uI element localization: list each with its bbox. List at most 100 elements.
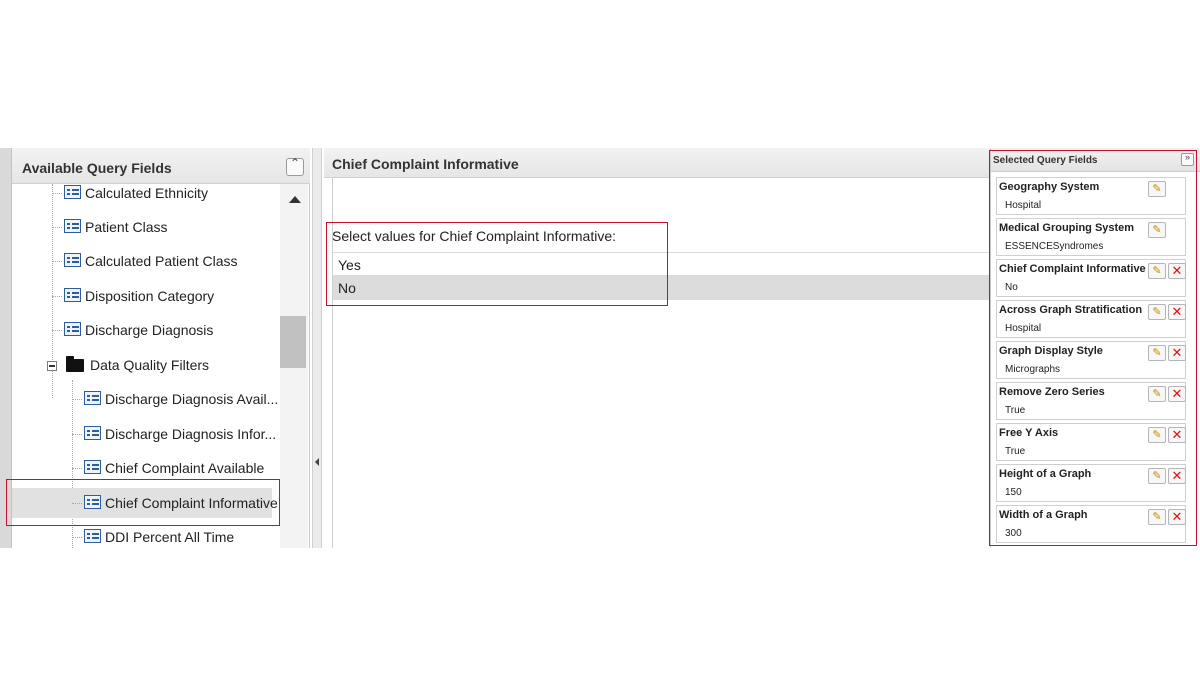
pencil-icon: ✎ — [1152, 265, 1162, 277]
card-value: 150 — [1005, 487, 1022, 498]
card-title: Free Y Axis — [999, 427, 1059, 439]
values-prompt: Select values for Chief Complaint Inform… — [332, 228, 617, 244]
tree-guide-line — [52, 261, 62, 262]
pencil-icon: ✎ — [1152, 183, 1162, 195]
expand-panel-button[interactable]: » — [1181, 152, 1194, 166]
tree-guide-line — [72, 503, 82, 504]
remove-button[interactable]: ✕ — [1168, 386, 1186, 402]
field-icon — [64, 253, 81, 267]
available-fields-header: Available Query Fields ⌃ — [12, 148, 310, 184]
scroll-thumb[interactable] — [280, 316, 306, 368]
collapse-panel-button[interactable]: ⌃ — [286, 156, 304, 176]
tree-item-discharge-diagnosis[interactable]: Discharge Diagnosis — [12, 315, 272, 345]
remove-button[interactable]: ✕ — [1168, 509, 1186, 525]
edit-button[interactable]: ✎ — [1148, 468, 1166, 484]
card-title: Remove Zero Series — [999, 386, 1105, 398]
field-values-title: Chief Complaint Informative — [332, 156, 519, 172]
selected-field-card: Geography System Hospital ✎ — [996, 177, 1186, 215]
edit-button[interactable]: ✎ — [1148, 345, 1166, 361]
selected-field-card: Width of a Graph 300 ✎ ✕ — [996, 505, 1186, 543]
close-icon: ✕ — [1171, 427, 1183, 442]
selected-query-fields-panel: Selected Query Fields » Geography System… — [990, 148, 1200, 548]
selected-field-card: Remove Zero Series True ✎ ✕ — [996, 382, 1186, 420]
tree-scrollbar[interactable] — [280, 184, 308, 548]
tree-guide-line — [52, 296, 62, 297]
field-icon — [84, 460, 101, 474]
pencil-icon: ✎ — [1152, 306, 1162, 318]
collapse-left-arrow-icon[interactable] — [315, 458, 319, 466]
remove-button[interactable]: ✕ — [1168, 427, 1186, 443]
card-value: ESSENCESyndromes — [1005, 241, 1104, 252]
card-title: Medical Grouping System — [999, 222, 1135, 234]
tree-item-calculated-ethnicity[interactable]: Calculated Ethnicity — [12, 184, 272, 208]
pencil-icon: ✎ — [1152, 511, 1162, 523]
tree-item-label: Chief Complaint Informative — [105, 495, 278, 511]
field-icon — [84, 529, 101, 543]
card-value: True — [1005, 446, 1026, 457]
tree-item-discharge-diagnosis-informative[interactable]: Discharge Diagnosis Infor... — [12, 419, 276, 449]
edit-button[interactable]: ✎ — [1148, 304, 1166, 320]
card-title: Chief Complaint Informative — [999, 263, 1146, 275]
card-title: Graph Display Style — [999, 345, 1103, 357]
value-option-label: No — [338, 280, 356, 296]
query-builder: Available Query Fields ⌃ Calculated Ethn… — [0, 148, 1200, 548]
tree-item-disposition-category[interactable]: Disposition Category — [12, 281, 272, 311]
close-icon: ✕ — [1171, 345, 1183, 360]
selected-fields-title: Selected Query Fields — [993, 155, 1098, 166]
panel-splitter[interactable] — [312, 148, 322, 548]
tree-item-chief-complaint-informative[interactable]: Chief Complaint Informative — [12, 488, 278, 518]
field-tree: Calculated Ethnicity Patient Class Calcu… — [12, 184, 280, 548]
tree-item-chief-complaint-available[interactable]: Chief Complaint Available — [12, 453, 272, 483]
card-title: Width of a Graph — [999, 509, 1088, 521]
edit-button[interactable]: ✎ — [1148, 386, 1166, 402]
close-icon: ✕ — [1171, 304, 1183, 319]
card-title: Height of a Graph — [999, 468, 1092, 480]
edit-button[interactable]: ✎ — [1148, 263, 1166, 279]
close-icon: ✕ — [1171, 263, 1183, 278]
tree-item-label: Discharge Diagnosis — [85, 322, 214, 338]
card-title: Across Graph Stratification — [999, 304, 1143, 316]
tree-item-patient-class[interactable]: Patient Class — [12, 212, 272, 242]
tree-folder-data-quality-filters[interactable]: Data Quality Filters — [12, 350, 272, 380]
field-icon — [84, 391, 101, 405]
remove-button[interactable]: ✕ — [1168, 468, 1186, 484]
field-icon — [64, 185, 81, 199]
edit-button[interactable]: ✎ — [1148, 181, 1166, 197]
double-chevron-right-icon: » — [1184, 152, 1190, 162]
tree-item-calculated-patient-class[interactable]: Calculated Patient Class — [12, 246, 272, 276]
tree-item-label: Discharge Diagnosis Infor... — [105, 426, 277, 442]
value-option-label: Yes — [338, 257, 361, 273]
field-icon — [64, 322, 81, 336]
card-title: Geography System — [999, 181, 1100, 193]
edit-button[interactable]: ✎ — [1148, 222, 1166, 238]
card-value: Micrographs — [1005, 364, 1061, 375]
edit-button[interactable]: ✎ — [1148, 509, 1166, 525]
card-value: 300 — [1005, 528, 1022, 539]
value-option-yes[interactable]: Yes — [333, 252, 990, 276]
collapse-folder-icon[interactable] — [47, 361, 57, 371]
pencil-icon: ✎ — [1152, 347, 1162, 359]
available-fields-title: Available Query Fields — [22, 160, 172, 176]
tree-guide-line — [72, 537, 82, 538]
close-icon: ✕ — [1171, 386, 1183, 401]
edit-button[interactable]: ✎ — [1148, 427, 1166, 443]
value-option-no[interactable]: No — [333, 276, 990, 300]
tree-item-discharge-diagnosis-available[interactable]: Discharge Diagnosis Avail... — [12, 384, 278, 414]
remove-button[interactable]: ✕ — [1168, 263, 1186, 279]
card-value: No — [1005, 282, 1018, 293]
remove-button[interactable]: ✕ — [1168, 345, 1186, 361]
scroll-up-icon[interactable] — [289, 196, 301, 203]
field-values-header: Chief Complaint Informative — [324, 148, 990, 178]
remove-button[interactable]: ✕ — [1168, 304, 1186, 320]
card-value: Hospital — [1005, 200, 1042, 211]
pencil-icon: ✎ — [1152, 470, 1162, 482]
selected-field-card: Graph Display Style Micrographs ✎ ✕ — [996, 341, 1186, 379]
card-value: Hospital — [1005, 323, 1042, 334]
tree-item-label: Disposition Category — [85, 288, 215, 304]
field-values-panel: Chief Complaint Informative Select value… — [324, 148, 990, 548]
pencil-icon: ✎ — [1152, 224, 1162, 236]
tree-item-ddi-percent-all-time[interactable]: DDI Percent All Time — [12, 522, 272, 548]
tree-guide-line — [52, 330, 62, 331]
folder-icon — [66, 356, 84, 372]
selected-field-card: Across Graph Stratification Hospital ✎ ✕ — [996, 300, 1186, 338]
